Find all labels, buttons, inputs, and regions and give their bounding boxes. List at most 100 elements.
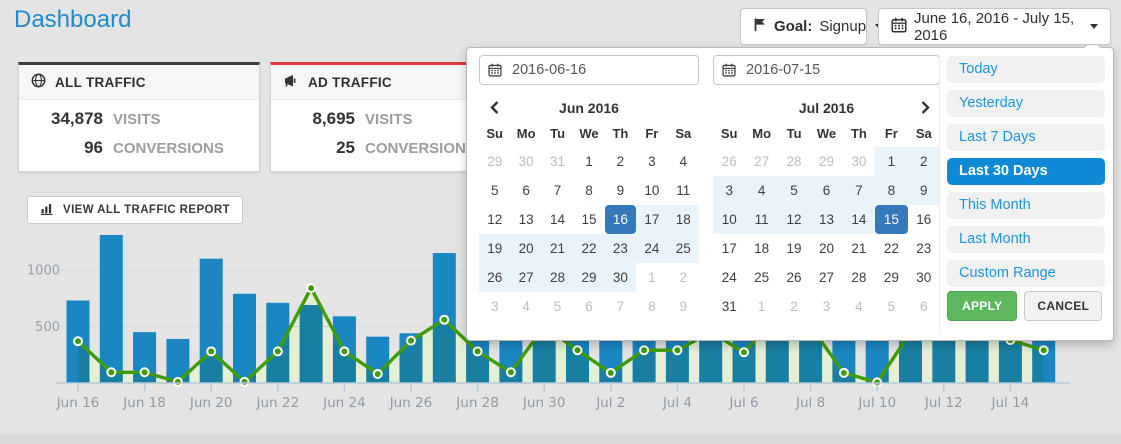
day-cell[interactable]: 9 bbox=[908, 176, 940, 205]
day-cell[interactable]: 6 bbox=[573, 292, 604, 321]
end-date-input[interactable] bbox=[713, 55, 940, 85]
day-cell[interactable]: 5 bbox=[875, 292, 907, 321]
day-cell[interactable]: 4 bbox=[745, 176, 777, 205]
view-all-traffic-report-button[interactable]: VIEW ALL TRAFFIC REPORT bbox=[27, 196, 243, 224]
range-option-yesterday[interactable]: Yesterday bbox=[947, 90, 1105, 117]
day-cell[interactable]: 30 bbox=[843, 147, 875, 176]
day-cell[interactable]: 28 bbox=[778, 147, 810, 176]
day-cell[interactable]: 20 bbox=[510, 234, 541, 263]
day-cell[interactable]: 26 bbox=[778, 263, 810, 292]
day-cell[interactable]: 1 bbox=[573, 147, 604, 176]
day-cell[interactable]: 5 bbox=[542, 292, 573, 321]
day-cell[interactable]: 2 bbox=[908, 147, 940, 176]
day-cell[interactable]: 29 bbox=[573, 263, 604, 292]
day-cell[interactable]: 28 bbox=[843, 263, 875, 292]
day-cell[interactable]: 6 bbox=[908, 292, 940, 321]
day-cell[interactable]: 25 bbox=[745, 263, 777, 292]
day-cell[interactable]: 16 bbox=[908, 205, 940, 234]
next-month-button[interactable] bbox=[910, 101, 940, 114]
day-cell[interactable]: 22 bbox=[875, 234, 907, 263]
day-cell[interactable]: 7 bbox=[542, 176, 573, 205]
day-cell[interactable]: 3 bbox=[636, 147, 667, 176]
day-cell[interactable]: 3 bbox=[810, 292, 842, 321]
day-cell[interactable]: 4 bbox=[510, 292, 541, 321]
day-cell[interactable]: 1 bbox=[745, 292, 777, 321]
range-option-last-7-days[interactable]: Last 7 Days bbox=[947, 124, 1105, 151]
day-cell[interactable]: 4 bbox=[843, 292, 875, 321]
day-cell[interactable]: 11 bbox=[745, 205, 777, 234]
day-cell[interactable]: 27 bbox=[510, 263, 541, 292]
day-cell[interactable]: 17 bbox=[636, 205, 667, 234]
day-cell[interactable]: 4 bbox=[668, 147, 699, 176]
day-cell[interactable]: 8 bbox=[875, 176, 907, 205]
day-cell[interactable]: 6 bbox=[510, 176, 541, 205]
day-cell[interactable]: 26 bbox=[479, 263, 510, 292]
day-cell[interactable]: 24 bbox=[636, 234, 667, 263]
day-cell[interactable]: 25 bbox=[668, 234, 699, 263]
day-cell[interactable]: 2 bbox=[668, 263, 699, 292]
range-option-this-month[interactable]: This Month bbox=[947, 192, 1105, 219]
day-cell[interactable]: 22 bbox=[573, 234, 604, 263]
day-cell[interactable]: 13 bbox=[810, 205, 842, 234]
day-cell[interactable]: 14 bbox=[542, 205, 573, 234]
day-cell[interactable]: 18 bbox=[745, 234, 777, 263]
day-cell[interactable]: 29 bbox=[875, 263, 907, 292]
day-cell[interactable]: 5 bbox=[778, 176, 810, 205]
range-option-last-month[interactable]: Last Month bbox=[947, 226, 1105, 253]
day-cell[interactable]: 29 bbox=[810, 147, 842, 176]
day-cell[interactable]: 31 bbox=[542, 147, 573, 176]
day-cell[interactable]: 15 bbox=[573, 205, 604, 234]
day-cell[interactable]: 21 bbox=[843, 234, 875, 263]
day-cell[interactable]: 24 bbox=[713, 263, 745, 292]
day-cell[interactable]: 27 bbox=[810, 263, 842, 292]
prev-month-button[interactable] bbox=[479, 101, 509, 114]
day-cell[interactable]: 3 bbox=[713, 176, 745, 205]
day-cell[interactable]: 10 bbox=[713, 205, 745, 234]
day-cell[interactable]: 12 bbox=[778, 205, 810, 234]
apply-button[interactable]: APPLY bbox=[947, 291, 1017, 321]
day-cell[interactable]: 20 bbox=[810, 234, 842, 263]
goal-selector-button[interactable]: Goal: Signup bbox=[740, 8, 867, 45]
day-cell[interactable]: 14 bbox=[843, 205, 875, 234]
day-cell[interactable]: 9 bbox=[605, 176, 636, 205]
day-cell[interactable]: 30 bbox=[605, 263, 636, 292]
day-cell[interactable]: 1 bbox=[875, 147, 907, 176]
day-cell[interactable]: 28 bbox=[542, 263, 573, 292]
day-cell[interactable]: 26 bbox=[713, 147, 745, 176]
day-cell[interactable]: 5 bbox=[479, 176, 510, 205]
day-cell[interactable]: 6 bbox=[810, 176, 842, 205]
start-date-input[interactable] bbox=[479, 55, 699, 85]
day-cell[interactable]: 7 bbox=[843, 176, 875, 205]
day-cell[interactable]: 15 bbox=[875, 205, 907, 234]
day-cell[interactable]: 8 bbox=[636, 292, 667, 321]
day-cell[interactable]: 3 bbox=[479, 292, 510, 321]
day-cell[interactable]: 2 bbox=[605, 147, 636, 176]
cancel-button[interactable]: CANCEL bbox=[1024, 291, 1102, 321]
day-cell[interactable]: 27 bbox=[745, 147, 777, 176]
day-cell[interactable]: 2 bbox=[778, 292, 810, 321]
day-cell[interactable]: 10 bbox=[636, 176, 667, 205]
range-option-today[interactable]: Today bbox=[947, 56, 1105, 83]
day-cell[interactable]: 9 bbox=[668, 292, 699, 321]
day-cell[interactable]: 12 bbox=[479, 205, 510, 234]
day-cell[interactable]: 16 bbox=[605, 205, 636, 234]
day-cell[interactable]: 30 bbox=[908, 263, 940, 292]
range-option-last-30-days[interactable]: Last 30 Days bbox=[947, 158, 1105, 185]
day-cell[interactable]: 31 bbox=[713, 292, 745, 321]
day-cell[interactable]: 29 bbox=[479, 147, 510, 176]
day-cell[interactable]: 8 bbox=[573, 176, 604, 205]
day-cell[interactable]: 7 bbox=[605, 292, 636, 321]
day-cell[interactable]: 21 bbox=[542, 234, 573, 263]
day-cell[interactable]: 23 bbox=[605, 234, 636, 263]
range-option-custom-range[interactable]: Custom Range bbox=[947, 260, 1105, 287]
day-cell[interactable]: 13 bbox=[510, 205, 541, 234]
day-cell[interactable]: 30 bbox=[510, 147, 541, 176]
day-cell[interactable]: 19 bbox=[778, 234, 810, 263]
day-cell[interactable]: 11 bbox=[668, 176, 699, 205]
day-cell[interactable]: 18 bbox=[668, 205, 699, 234]
day-cell[interactable]: 17 bbox=[713, 234, 745, 263]
day-cell[interactable]: 23 bbox=[908, 234, 940, 263]
day-cell[interactable]: 19 bbox=[479, 234, 510, 263]
day-cell[interactable]: 1 bbox=[636, 263, 667, 292]
daterange-button[interactable]: June 16, 2016 - July 15, 2016 bbox=[878, 8, 1111, 45]
